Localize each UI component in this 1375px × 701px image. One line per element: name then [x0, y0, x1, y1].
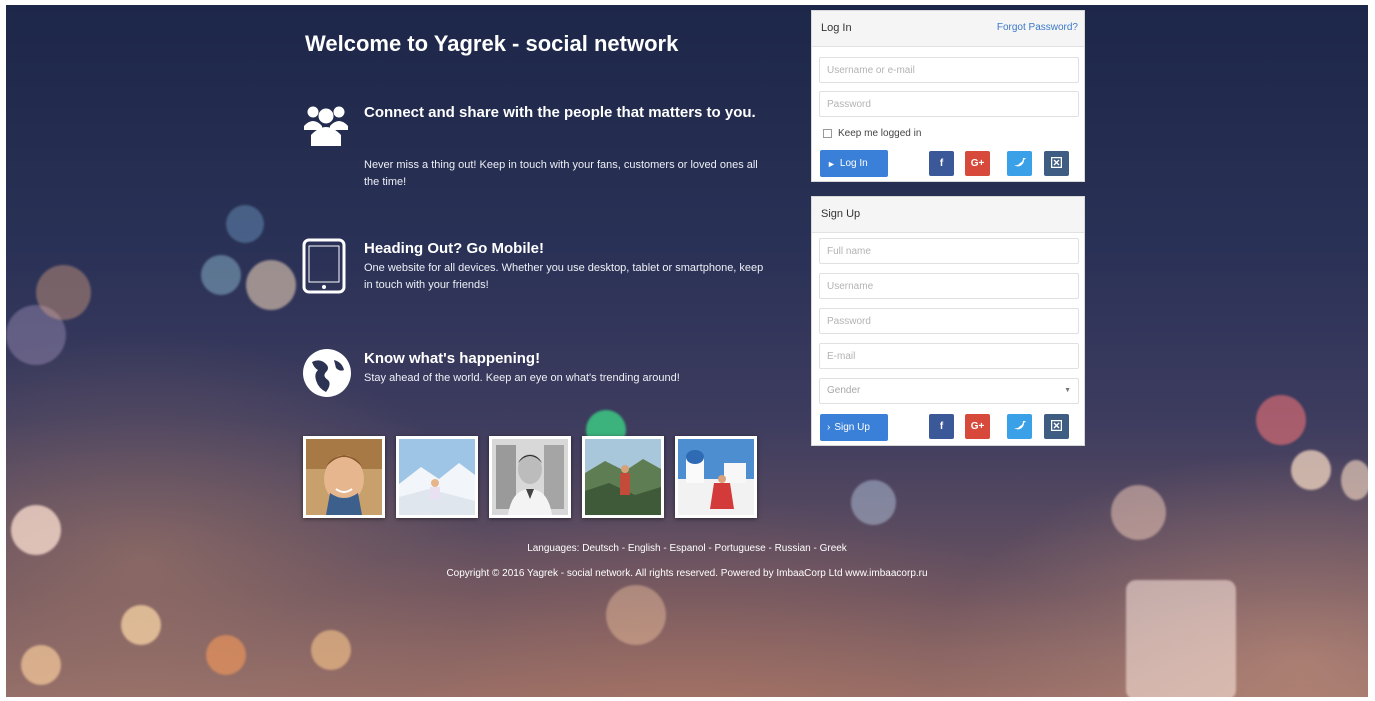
google-login-button[interactable]: G+ — [965, 151, 990, 176]
twitter-icon — [1013, 157, 1026, 170]
bokeh-light — [121, 605, 161, 645]
feature-mobile: Heading Out? Go Mobile! One website for … — [302, 238, 772, 298]
member-photo[interactable] — [303, 436, 385, 518]
twitter-signup-button[interactable] — [1007, 414, 1032, 439]
feature-heading: Connect and share with the people that m… — [364, 104, 756, 121]
login-header: Log In Forgot Password? — [812, 11, 1084, 47]
bokeh-light — [1126, 580, 1236, 697]
member-photo[interactable] — [396, 436, 478, 518]
remember-me-checkbox[interactable]: Keep me logged in — [823, 128, 921, 139]
member-photo[interactable] — [675, 436, 757, 518]
remember-me-label: Keep me logged in — [838, 128, 922, 139]
signup-button[interactable]: › Sign Up — [820, 414, 888, 441]
bokeh-light — [206, 635, 246, 675]
signup-fullname-input[interactable] — [819, 238, 1079, 264]
page-title: Welcome to Yagrek - social network — [305, 31, 679, 56]
bokeh-light — [36, 265, 91, 320]
vk-signup-button[interactable] — [1044, 414, 1069, 439]
feature-heading: Heading Out? Go Mobile! — [364, 240, 544, 257]
signup-header: Sign Up — [812, 197, 1084, 233]
signup-panel: Sign Up Gender ▼ › Sign Up f G+ — [811, 196, 1085, 446]
sign-in-icon: ► — [827, 158, 836, 169]
vk-icon — [1050, 419, 1063, 434]
languages-line: Languages: Deutsch - English - Espanol -… — [6, 543, 1368, 554]
member-photo[interactable] — [489, 436, 571, 518]
bokeh-light — [201, 255, 241, 295]
bokeh-light — [1341, 460, 1368, 500]
languages-label: Languages: — [527, 543, 580, 554]
bokeh-light — [1256, 395, 1306, 445]
feature-heading: Know what's happening! — [364, 350, 541, 367]
background-stage: Welcome to Yagrek - social network Conne… — [6, 5, 1368, 697]
bokeh-light — [246, 260, 296, 310]
login-button[interactable]: ► Log In — [820, 150, 888, 177]
login-username-input[interactable] — [819, 57, 1079, 83]
login-title: Log In — [821, 22, 852, 34]
bokeh-light — [1111, 485, 1166, 540]
bokeh-light — [606, 585, 666, 645]
signup-title: Sign Up — [821, 208, 861, 220]
checkbox-icon[interactable] — [823, 129, 832, 138]
feature-text: Stay ahead of the world. Keep an eye on … — [364, 372, 680, 384]
gender-select[interactable]: Gender ▼ — [819, 378, 1079, 404]
member-photos — [303, 436, 757, 518]
signup-email-input[interactable] — [819, 343, 1079, 369]
feature-text: One website for all devices. Whether you… — [364, 262, 764, 291]
bokeh-light — [1291, 450, 1331, 490]
facebook-login-button[interactable]: f — [929, 151, 954, 176]
forgot-password-link[interactable]: Forgot Password? — [997, 22, 1078, 33]
login-panel: Log In Forgot Password? Keep me logged i… — [811, 10, 1085, 182]
signup-username-input[interactable] — [819, 273, 1079, 299]
bokeh-light — [311, 630, 351, 670]
member-photo[interactable] — [582, 436, 664, 518]
feature-trending: Know what's happening! Stay ahead of the… — [302, 348, 772, 398]
signup-button-label: Sign Up — [834, 422, 870, 433]
chevron-right-icon: › — [827, 422, 831, 433]
chevron-down-icon: ▼ — [1064, 387, 1071, 394]
feature-connect: Connect and share with the people that m… — [302, 102, 772, 192]
bokeh-light — [226, 205, 264, 243]
bokeh-light — [21, 645, 61, 685]
signup-password-input[interactable] — [819, 308, 1079, 334]
twitter-login-button[interactable] — [1007, 151, 1032, 176]
vk-login-button[interactable] — [1044, 151, 1069, 176]
languages-list[interactable]: Deutsch - English - Espanol - Portuguese… — [582, 543, 847, 554]
facebook-signup-button[interactable]: f — [929, 414, 954, 439]
copyright: Copyright © 2016 Yagrek - social network… — [446, 568, 928, 579]
bokeh-light — [851, 480, 896, 525]
users-icon — [302, 102, 350, 150]
vk-icon — [1050, 156, 1063, 171]
globe-icon — [302, 348, 351, 397]
google-signup-button[interactable]: G+ — [965, 414, 990, 439]
login-password-input[interactable] — [819, 91, 1079, 117]
feature-text: Never miss a thing out! Keep in touch wi… — [364, 159, 758, 188]
twitter-icon — [1013, 420, 1026, 433]
login-button-label: Log In — [839, 158, 868, 169]
gender-select-value: Gender — [827, 385, 861, 396]
tablet-icon — [302, 238, 350, 294]
